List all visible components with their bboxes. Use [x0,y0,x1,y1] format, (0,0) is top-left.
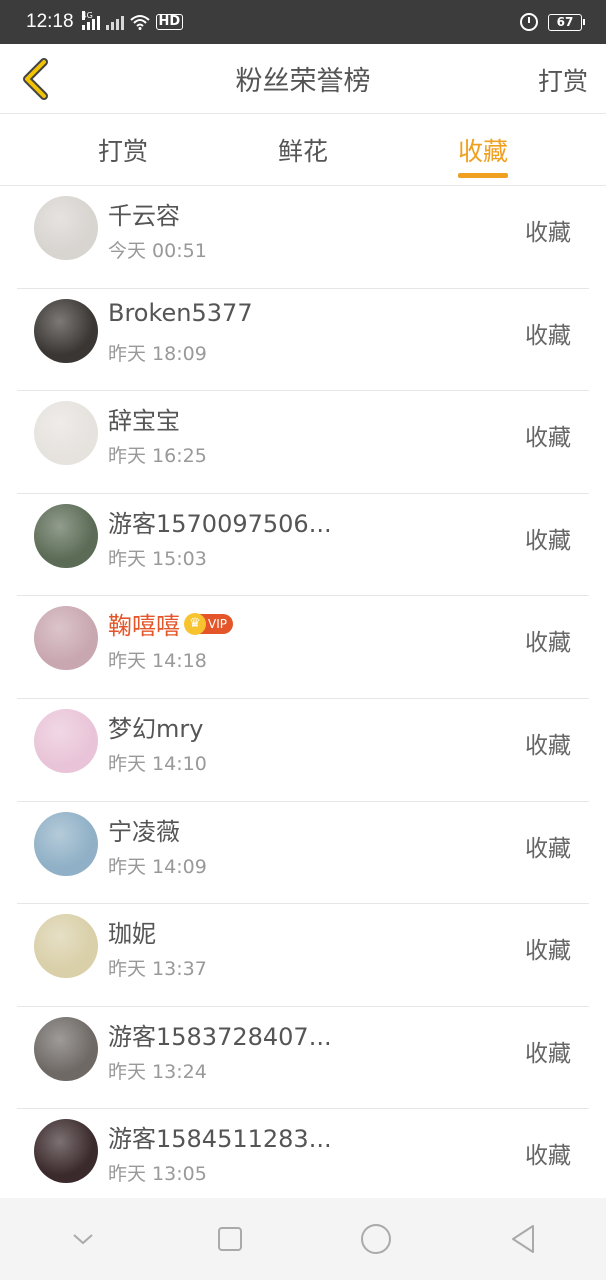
user-name: Broken5377 [108,298,253,327]
action-label: 收藏 [525,322,571,349]
action-label: 收藏 [525,835,571,862]
user-name: 梦幻mry [108,714,204,743]
avatar [34,811,98,876]
timestamp: 昨天 14:10 [108,752,207,775]
status-bar: 12:18 4G HD 67 [0,0,606,44]
signal-4g-icon: 4G [81,11,100,30]
timestamp: 昨天 18:09 [108,342,207,365]
timestamp: 今天 00:51 [108,240,207,262]
nav-collapse-button[interactable] [53,1209,113,1269]
user-name: 珈妮 [108,920,156,949]
nav-back-button[interactable] [493,1209,553,1269]
circle-icon [361,1224,392,1254]
tab-reward[interactable]: 打赏 [98,132,148,182]
timestamp: 昨天 16:25 [108,445,207,468]
action-label: 收藏 [525,732,571,759]
list-item[interactable]: 千云容 今天 00:51 收藏 [17,186,589,289]
signal-icon [105,14,124,30]
tab-favorites[interactable]: 收藏 [458,132,509,182]
user-name: 游客1570097506... [108,509,332,538]
action-label: 收藏 [525,1143,571,1170]
header: 粉丝荣誉榜 打赏 [0,44,606,114]
list-item[interactable]: 鞠嘻嘻 ♛ VIP 昨天 14:18 收藏 [17,596,589,699]
avatar [34,196,98,260]
timestamp: 昨天 14:18 [108,650,207,673]
list-item[interactable]: 游客1570097506... 昨天 15:03 收藏 [17,494,589,597]
status-icons: 4G HD [81,11,184,30]
user-name: 宁凌薇 [108,817,180,846]
list-item[interactable]: 宁凌薇 昨天 14:09 收藏 [17,802,589,905]
action-label: 收藏 [525,1040,571,1067]
alarm-icon [520,13,538,31]
action-label: 收藏 [525,220,571,246]
tab-flowers[interactable]: 鲜花 [278,132,328,182]
action-label: 收藏 [525,630,571,657]
list-item[interactable]: 游客1584511283... 昨天 13:05 收藏 [17,1109,589,1212]
timestamp: 昨天 13:37 [108,958,207,981]
hd-icon: HD [155,14,184,30]
timestamp: 昨天 14:09 [108,855,207,878]
avatar [34,914,98,979]
active-tab-indicator [458,173,509,178]
avatar [34,1119,98,1184]
wifi-icon [129,15,150,30]
user-name: 辞宝宝 [108,407,180,436]
list-item[interactable]: 游客1583728407... 昨天 13:24 收藏 [17,1007,589,1110]
timestamp: 昨天 13:05 [108,1163,207,1186]
avatar [34,1016,98,1081]
chevron-left-icon [23,58,48,100]
timestamp: 昨天 15:03 [108,547,207,570]
list-item[interactable]: 梦幻mry 昨天 14:10 收藏 [17,699,589,802]
back-button[interactable] [10,52,60,106]
triangle-back-icon [511,1225,534,1253]
square-icon [217,1227,242,1251]
user-name: 游客1584511283... [108,1125,332,1154]
list-item[interactable]: 辞宝宝 昨天 16:25 收藏 [17,391,589,494]
avatar [34,298,98,363]
chevron-down-icon [73,1234,93,1245]
list-item[interactable]: Broken5377 昨天 18:09 收藏 [17,289,589,392]
page-title: 粉丝荣誉榜 [235,66,371,97]
system-nav-bar [0,1198,606,1280]
tab-bar: 打赏 鲜花 收藏 [0,114,606,186]
status-right: 67 [520,13,585,31]
user-name: 游客1583728407... [108,1022,332,1051]
action-label: 收藏 [525,425,571,452]
avatar [34,503,98,568]
user-name: 千云容 [108,202,180,230]
crown-icon: ♛ [184,612,206,635]
status-time: 12:18 [26,11,74,32]
nav-home-button[interactable] [346,1209,406,1269]
action-label: 收藏 [525,938,571,965]
avatar [34,401,98,466]
user-name: 鞠嘻嘻 ♛ VIP [108,606,233,641]
reward-button[interactable]: 打赏 [538,62,588,98]
avatar [34,606,98,671]
nav-recents-button[interactable] [200,1209,260,1269]
timestamp: 昨天 13:24 [108,1060,207,1083]
user-name-text: 鞠嘻嘻 [108,612,180,641]
action-label: 收藏 [525,527,571,554]
list-item[interactable]: 珈妮 昨天 13:37 收藏 [17,904,589,1007]
avatar [34,708,98,773]
battery-icon: 67 [548,13,585,31]
vip-badge: ♛ VIP [184,612,233,635]
fan-list: 千云容 今天 00:51 收藏 Broken5377 昨天 18:09 收藏 辞… [0,186,606,1212]
